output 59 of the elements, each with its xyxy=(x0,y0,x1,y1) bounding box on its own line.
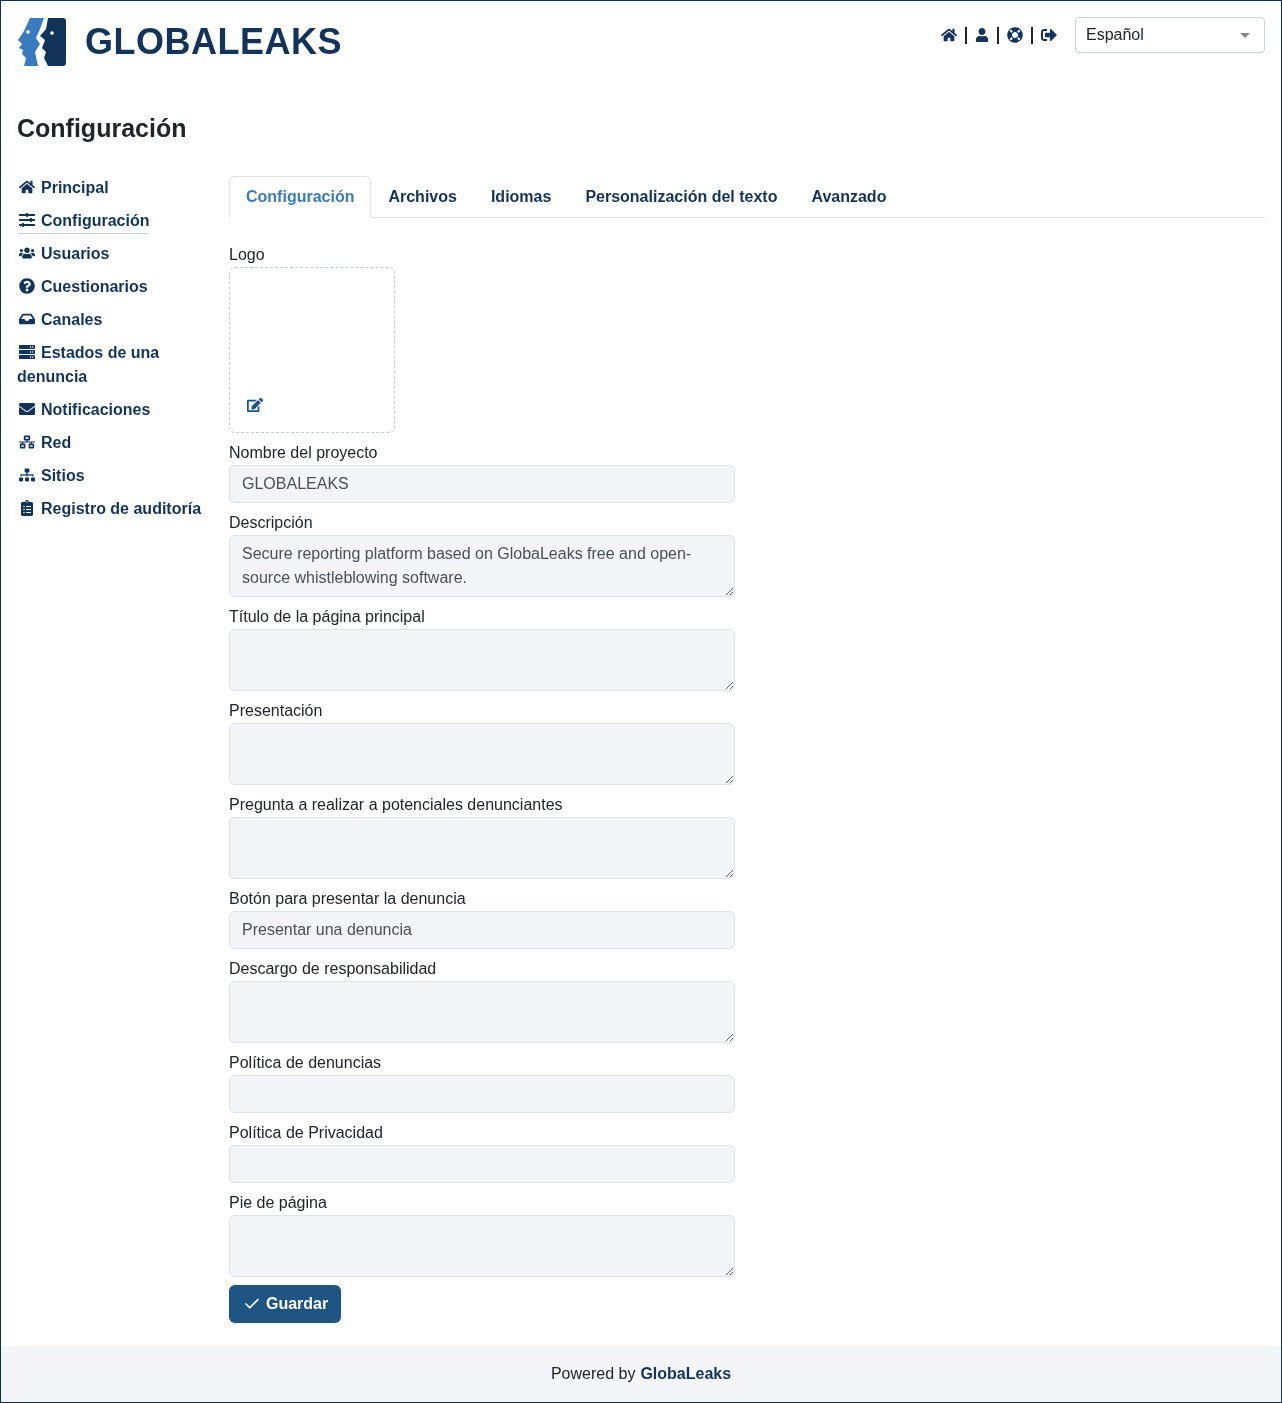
textarea-field[interactable] xyxy=(229,723,735,785)
textarea-field[interactable] xyxy=(229,1215,735,1277)
save-button[interactable]: Guardar xyxy=(229,1285,342,1323)
sidebar-item[interactable]: Usuarios xyxy=(17,242,110,267)
field-label: Título de la página principal xyxy=(229,607,426,627)
logo-text: GLOBALEAKS xyxy=(85,22,342,62)
sidebar-item[interactable]: Notificaciones xyxy=(17,398,151,423)
sidebar-item[interactable]: Principal xyxy=(17,176,109,201)
sidebar-item[interactable]: Sitios xyxy=(17,464,85,489)
caret-icon xyxy=(1240,32,1250,38)
textarea-field[interactable] xyxy=(229,629,735,691)
textarea-field[interactable] xyxy=(229,981,735,1043)
input-field[interactable]: GLOBALEAKS xyxy=(229,465,735,503)
language-select[interactable]: Español xyxy=(1075,17,1265,53)
footer-link[interactable]: GlobaLeaks xyxy=(640,1365,732,1383)
inbox-icon xyxy=(19,311,35,327)
network-icon xyxy=(19,434,35,450)
sidebar-item[interactable]: Cuestionarios xyxy=(17,275,148,300)
field-label: Logo xyxy=(229,245,266,265)
tab[interactable]: Archivos xyxy=(371,176,474,218)
sitemap-icon xyxy=(19,467,35,483)
tab[interactable]: Personalización del texto xyxy=(568,176,795,218)
sidebar-item[interactable]: Red xyxy=(17,431,72,456)
input-field[interactable] xyxy=(229,1075,735,1113)
lifebuoy-icon[interactable] xyxy=(1007,27,1023,43)
edit-icon xyxy=(247,397,263,413)
edit-button[interactable] xyxy=(247,397,263,413)
sliders-icon xyxy=(19,212,35,228)
field-label: Descargo de responsabilidad xyxy=(229,959,438,979)
footer-text: Powered by xyxy=(550,1365,636,1383)
sidebar-item[interactable]: Canales xyxy=(17,308,103,333)
sidebar-item[interactable]: Estados de una denuncia xyxy=(17,341,213,390)
field-label: Presentación xyxy=(229,701,324,721)
field-label: Pie de página xyxy=(229,1193,328,1213)
home-icon xyxy=(19,179,35,195)
sidebar-item[interactable]: Registro de auditoría xyxy=(17,497,202,522)
logout-icon[interactable] xyxy=(1041,27,1057,43)
server-icon xyxy=(19,344,35,360)
tab[interactable]: Idiomas xyxy=(473,176,569,218)
tab[interactable]: Avanzado xyxy=(794,176,904,218)
field-label: Pregunta a realizar a potenciales denunciantes xyxy=(229,795,564,815)
home-icon[interactable] xyxy=(941,27,957,43)
textarea-field[interactable]: Secure reporting platform based on GlobaLeaks free and open-source whistleblowing software. xyxy=(229,535,735,597)
field-label: Política de Privacidad xyxy=(229,1123,384,1143)
logo-icon xyxy=(17,17,67,67)
field-label: Nombre del proyecto xyxy=(229,443,379,463)
input-field[interactable]: Presentar una denuncia xyxy=(229,911,735,949)
envelope-icon xyxy=(19,401,35,417)
field-label: Descripción xyxy=(229,513,314,533)
input-field[interactable] xyxy=(229,1145,735,1183)
tab[interactable]: Configuración xyxy=(229,176,372,218)
users-icon xyxy=(19,245,35,261)
user-icon[interactable] xyxy=(975,28,989,42)
page-title: Configuración xyxy=(17,114,188,143)
field-label: Botón para presentar la denuncia xyxy=(229,889,467,909)
field-label: Política de denuncias xyxy=(229,1053,383,1073)
textarea-field[interactable] xyxy=(229,817,735,879)
sidebar-item[interactable]: Configuración xyxy=(17,209,150,234)
clipboard-list-icon xyxy=(19,500,35,516)
